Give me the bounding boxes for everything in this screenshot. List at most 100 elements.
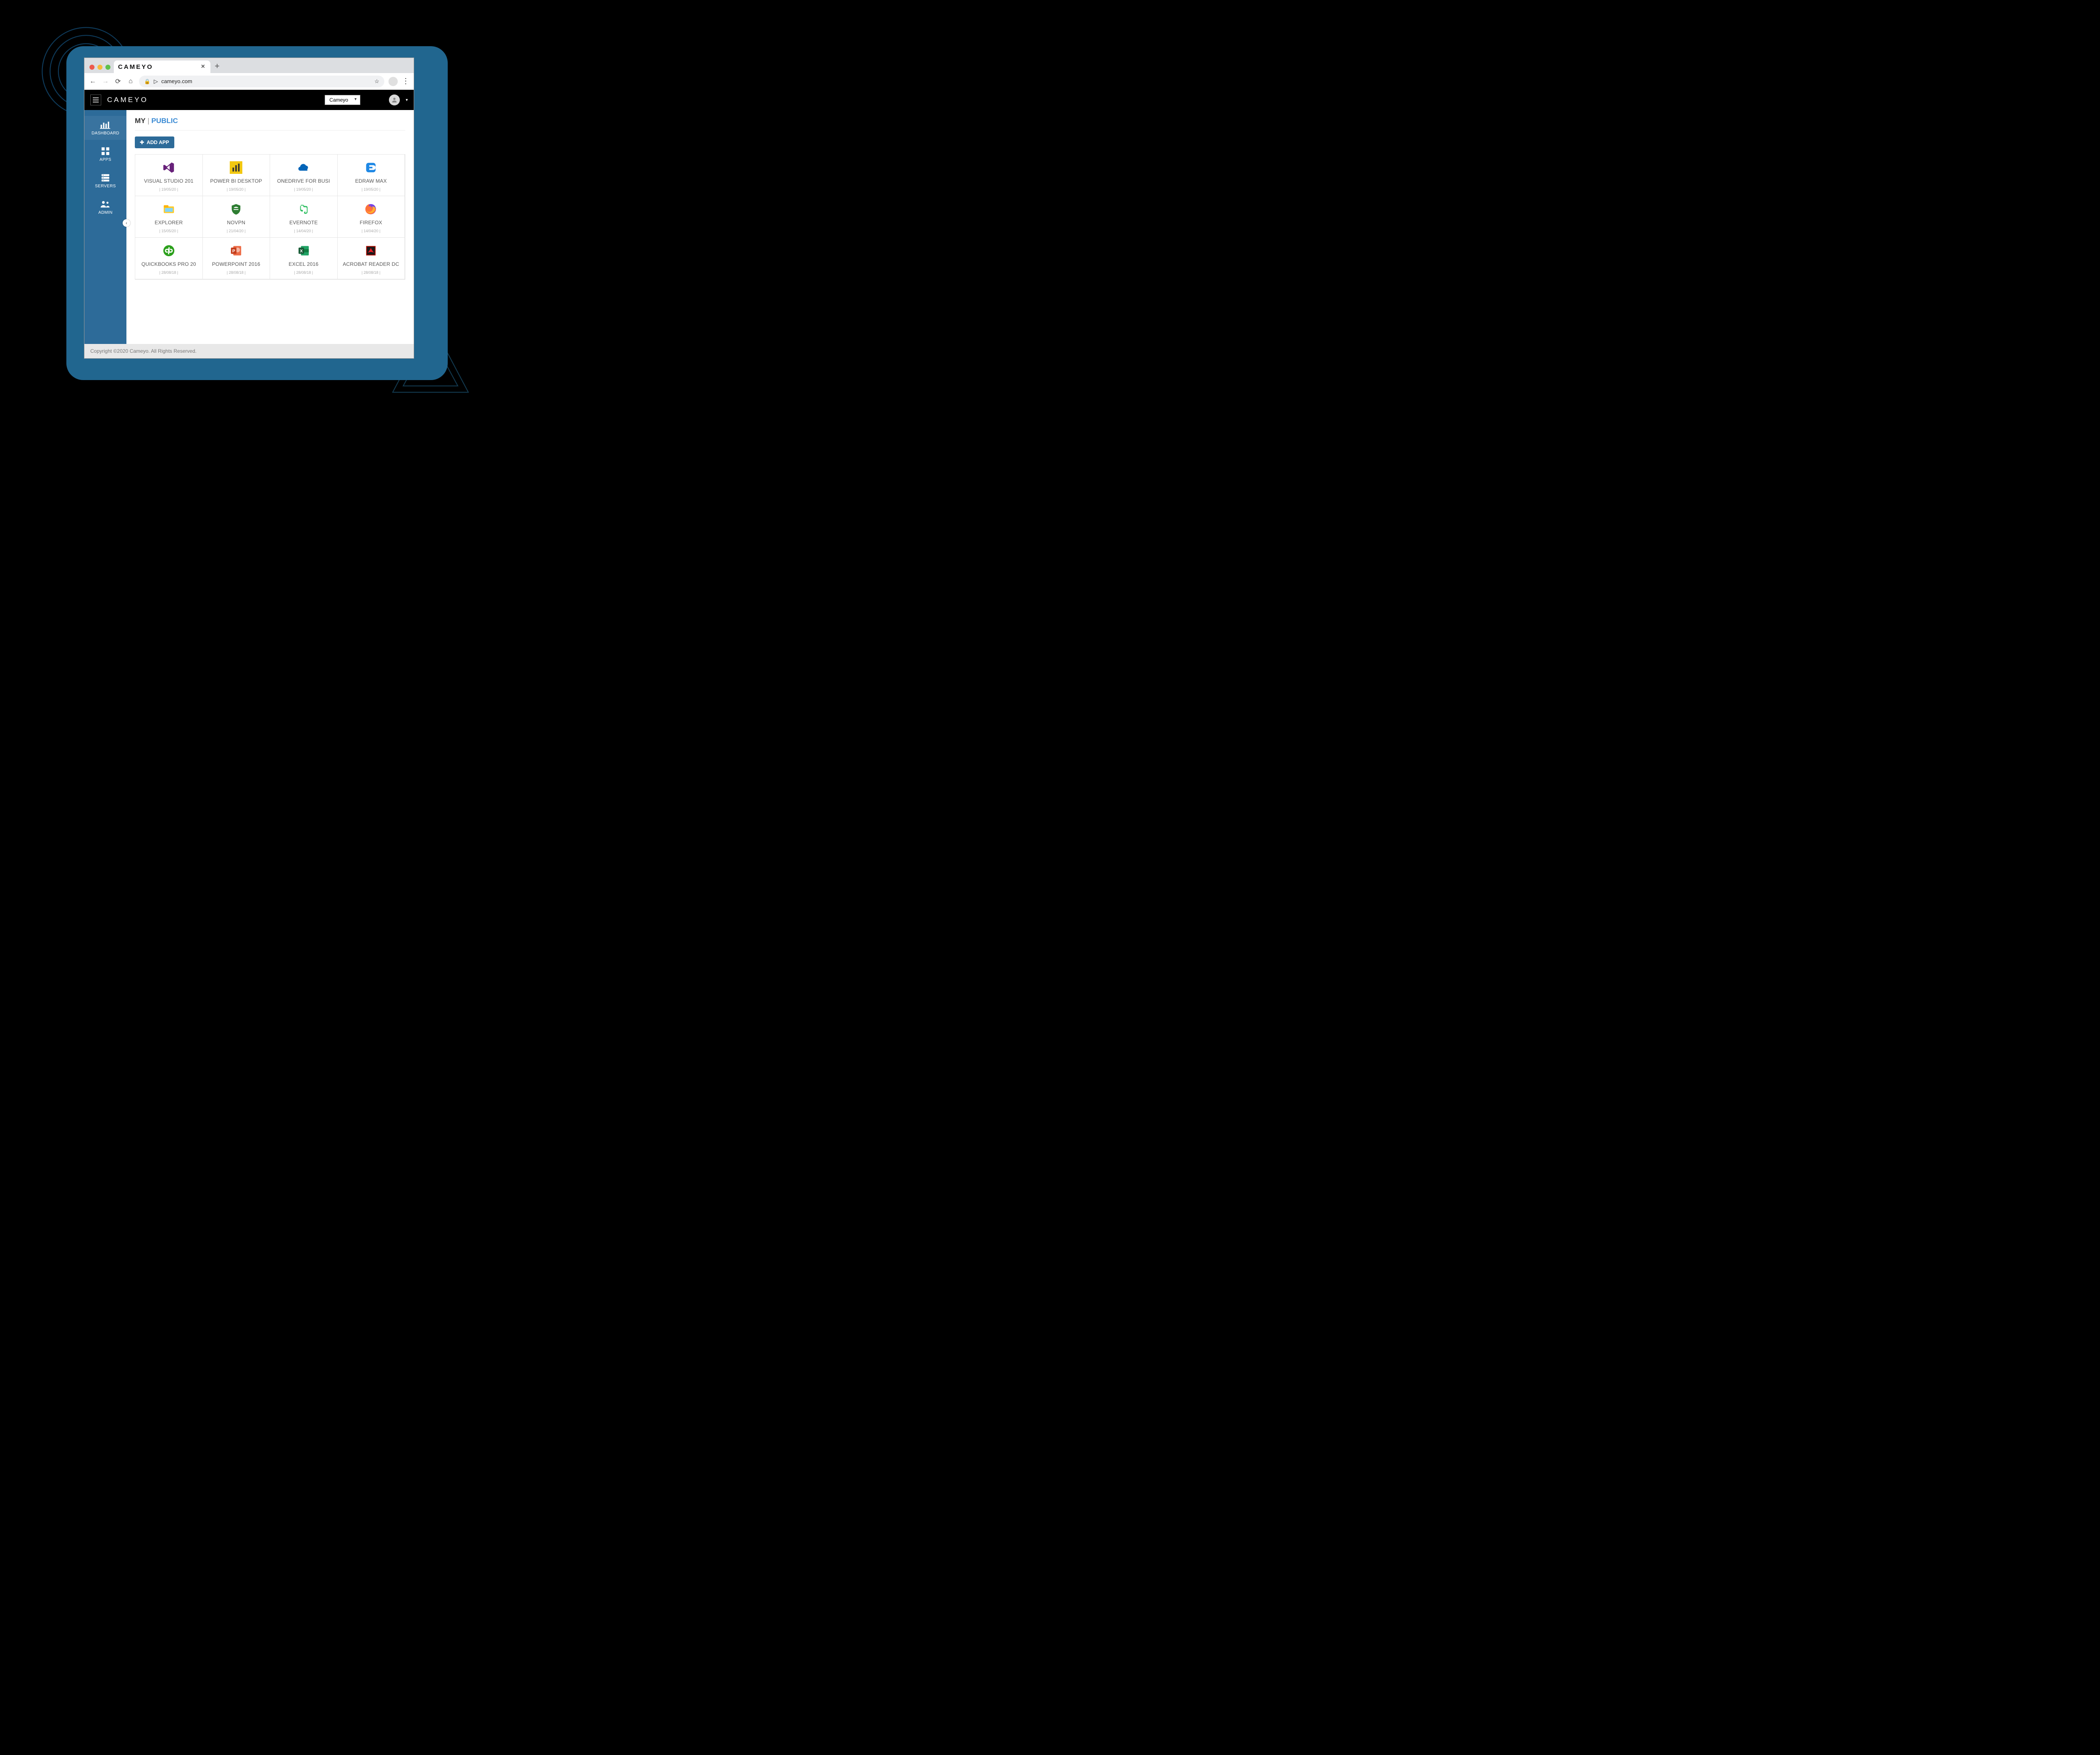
browser-tabstrip: CAMEYO × + [84,58,414,73]
sidebar-collapse-icon[interactable]: ‹ [123,219,130,227]
forward-icon[interactable]: → [101,78,110,85]
app-card[interactable]: FIREFOX | 14/04/20 | [337,196,405,238]
plus-icon: ✚ [140,139,144,145]
user-menu-caret-icon[interactable]: ▾ [406,98,408,102]
main-content: MY | PUBLIC ✚ ADD APP VISUAL STUDIO 201 |… [126,110,414,344]
acrobat-icon [340,244,402,258]
url-prefix-icon: ▷ [154,78,158,85]
brand-logo: CAMEYO [107,96,148,104]
close-window-icon[interactable] [89,65,94,70]
app-date: | 28/08/18 | [340,270,402,275]
app-card[interactable]: QUICKBOOKS PRO 20 | 28/08/18 | [135,237,203,279]
tenant-label: Cameyo [329,97,348,103]
app-name: VISUAL STUDIO 201 [138,178,200,184]
address-bar: ← → ⟳ ⌂ 🔒 ▷ cameyo.com ☆ ⋮ [84,73,414,90]
browser-menu-icon[interactable]: ⋮ [402,77,410,86]
novpn-icon [205,202,268,216]
app-name: QUICKBOOKS PRO 20 [138,261,200,267]
crumb-sep: | [146,117,152,125]
excel-icon: X [273,244,335,258]
app-name: EXCEL 2016 [273,261,335,267]
sidebar-item-servers[interactable]: SERVERS [84,169,126,193]
svg-text:X: X [300,249,303,254]
explorer-icon [138,202,200,216]
minimize-window-icon[interactable] [97,65,102,70]
app-card[interactable]: P POWERPOINT 2016 | 28/08/18 | [202,237,270,279]
profile-icon[interactable] [388,77,398,86]
app-topbar: CAMEYO Cameyo ▾ [84,90,414,110]
url-text: cameyo.com [161,78,192,84]
sidebar-item-label: APPS [100,157,111,162]
app-name: POWER BI DESKTOP [205,178,268,184]
visualstudio-icon [138,160,200,175]
apps-icon [100,147,111,156]
sidebar-item-label: DASHBOARD [92,131,119,136]
app-card[interactable]: POWER BI DESKTOP | 19/05/20 | [202,154,270,196]
crumb-my[interactable]: MY [135,117,146,125]
app-grid: VISUAL STUDIO 201| 19/05/20 |POWER BI DE… [135,154,405,280]
app-date: | 28/08/18 | [138,270,200,275]
quickbooks-icon [138,244,200,258]
dashboard-icon [100,120,111,129]
sidebar-item-label: SERVERS [95,184,116,189]
app-date: | 28/08/18 | [205,270,268,275]
crumb-public[interactable]: PUBLIC [151,117,178,125]
evernote-icon [273,202,335,216]
app-date: | 14/04/20 | [340,229,402,233]
app-date: | 14/04/20 | [273,229,335,233]
add-app-label: ADD APP [147,139,169,145]
user-avatar-icon[interactable] [389,94,400,105]
maximize-window-icon[interactable] [105,65,110,70]
sidebar-item-dashboard[interactable]: DASHBOARD [84,116,126,140]
admin-icon [100,199,111,209]
app-date: | 19/05/20 | [273,187,335,192]
reload-icon[interactable]: ⟳ [114,77,122,86]
tab-title: CAMEYO [118,63,153,71]
powerpoint-icon: P [205,244,268,258]
breadcrumb: MY | PUBLIC [135,117,405,131]
browser-window: CAMEYO × + ← → ⟳ ⌂ 🔒 ▷ cameyo.com ☆ ⋮ CA… [84,58,414,359]
app-card[interactable]: VISUAL STUDIO 201 | 19/05/20 | [135,154,203,196]
app-name: NOVPN [205,220,268,226]
app-name: ONEDRIVE FOR BUSI [273,178,335,184]
app-card[interactable]: EDRAW MAX | 19/05/20 | [337,154,405,196]
sidebar-item-apps[interactable]: APPS [84,142,126,166]
back-icon[interactable]: ← [89,78,97,85]
app-card[interactable]: NOVPN| 21/04/20 | [202,196,270,238]
app-name: ACROBAT READER DC [340,261,402,267]
app-date: | 19/05/20 | [340,187,402,192]
app-card[interactable]: EXPLORER | 15/05/20 | [135,196,203,238]
close-tab-icon[interactable]: × [201,63,206,71]
bookmark-icon[interactable]: ☆ [374,78,379,85]
app-date: | 19/05/20 | [205,187,268,192]
edraw-icon [340,160,402,175]
app-body: DASHBOARD APPS SERVERS ADMIN ‹ MY | PUBL… [84,110,414,344]
lock-icon: 🔒 [144,79,150,84]
footer: Copyright ©2020 Cameyo. All Rights Reser… [84,344,414,358]
app-name: EDRAW MAX [340,178,402,184]
menu-button[interactable] [90,94,101,105]
browser-tab[interactable]: CAMEYO × [114,60,210,73]
app-card[interactable]: EVERNOTE | 14/04/20 | [270,196,338,238]
app-date: | 15/05/20 | [138,229,200,233]
new-tab-button[interactable]: + [210,62,224,73]
app-name: POWERPOINT 2016 [205,261,268,267]
app-card[interactable]: X EXCEL 2016 | 28/08/18 | [270,237,338,279]
app-name: EXPLORER [138,220,200,226]
sidebar-item-label: ADMIN [98,210,113,215]
powerbi-icon [205,160,268,175]
app-date: | 28/08/18 | [273,270,335,275]
app-card[interactable]: ONEDRIVE FOR BUSI | 19/05/20 | [270,154,338,196]
app-name: FIREFOX [340,220,402,226]
svg-text:P: P [232,249,235,254]
app-card[interactable]: ACROBAT READER DC | 28/08/18 | [337,237,405,279]
app-name: EVERNOTE [273,220,335,226]
app-date: | 19/05/20 | [138,187,200,192]
add-app-button[interactable]: ✚ ADD APP [135,136,174,148]
window-controls [88,65,114,73]
onedrive-icon [273,160,335,175]
url-field[interactable]: 🔒 ▷ cameyo.com ☆ [139,76,384,87]
home-icon[interactable]: ⌂ [126,78,135,85]
tenant-select[interactable]: Cameyo [325,95,360,105]
sidebar-item-admin[interactable]: ADMIN [84,195,126,219]
